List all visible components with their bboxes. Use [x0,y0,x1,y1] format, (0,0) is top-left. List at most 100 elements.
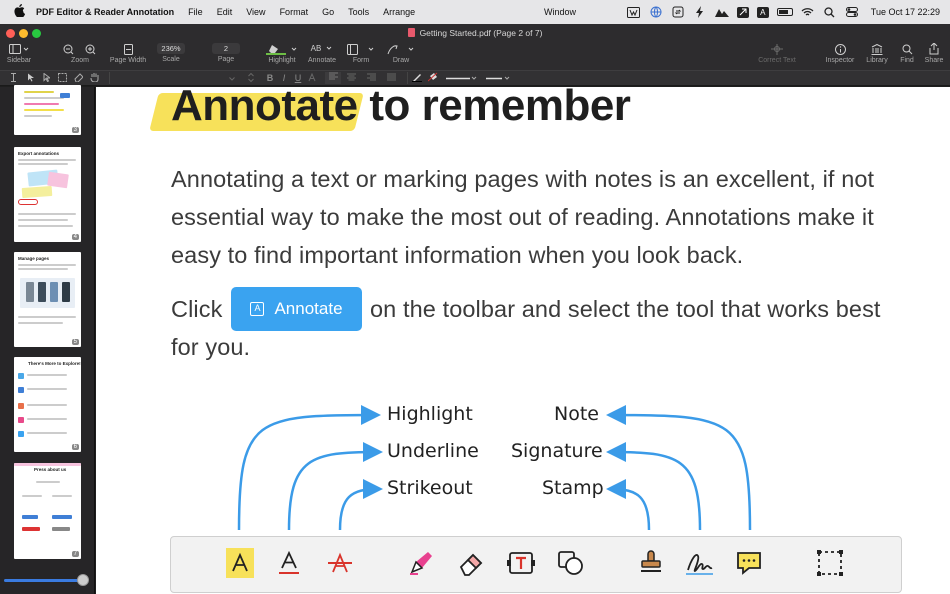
thumbnail-title: Export annotations [18,151,60,156]
mountains-icon[interactable] [714,6,729,18]
chevron-down-icon[interactable] [227,73,237,83]
menu-edit[interactable]: Edit [217,7,233,17]
strikeout-tool-icon [326,548,354,578]
info-icon [834,43,846,55]
battery-icon[interactable] [776,8,793,16]
page-field[interactable]: 2 [212,43,240,54]
window-title-text: Getting Started.pdf (Page 2 of 7) [419,28,543,38]
apple-menu-icon[interactable] [12,4,26,20]
thumbnail-page-4[interactable]: Export annotations 4 [14,147,81,242]
thumbnail-page-3[interactable]: 3 [14,85,81,135]
page-width-button[interactable]: Page Width [108,43,148,64]
app-menu[interactable]: PDF Editor & Reader Annotation [36,7,174,17]
zoom-icons [62,43,98,55]
annotate-label: Annotate [307,57,337,64]
thumbnail-sidebar: 3 Export annotations 4 Manage pages 5 Th… [0,85,95,594]
thumbnail-page-7[interactable]: Press about us 7 [14,463,81,559]
bolt-icon[interactable] [693,6,707,18]
library-icon [871,43,883,55]
text-cursor-icon[interactable] [9,72,17,84]
font-family-select[interactable] [109,72,227,84]
align-justify-button[interactable] [381,73,401,83]
menu-format[interactable]: Format [280,7,309,17]
annotate-tool-icon-text: AB [310,44,322,53]
thumbnail-title: There's More to Explore! [28,361,81,366]
align-center-button[interactable] [341,73,361,83]
window-toolbar: Getting Started.pdf (Page 2 of 7) Sideba… [0,24,950,70]
inspector-button[interactable]: Inspector [822,43,858,64]
app-status-icon[interactable] [736,6,749,18]
sync-icon[interactable] [671,6,685,18]
text-box-tool-icon [507,548,535,578]
align-left-button[interactable] [325,72,341,84]
fill-color-button[interactable] [425,72,441,84]
underline-tool-icon [275,548,303,578]
pdf-page[interactable]: Annotate to remember Annotating a text o… [96,87,950,594]
arrow-select-icon[interactable] [25,73,35,84]
line-end-select[interactable] [485,73,513,83]
thumbnail-page-6[interactable]: There's More to Explore! 6 [14,357,81,452]
form-button[interactable]: Form [346,43,376,64]
clock[interactable]: Tue Oct 17 22:29 [871,7,940,17]
menu-view[interactable]: View [246,7,265,17]
highlight-label: Highlight [268,57,296,64]
thumbnail-number: 7 [71,551,79,557]
bold-button[interactable]: B [263,73,277,83]
inspector-label: Inspector [825,57,855,64]
sidebar-button[interactable]: Sidebar [6,43,32,64]
menu-arrange[interactable]: Arrange [383,7,415,17]
hand-tool-icon[interactable] [89,72,99,84]
draw-icon [387,43,415,55]
thumbnail-size-slider[interactable] [4,579,88,582]
page-control[interactable]: 2 Page [211,43,241,63]
note-tool-icon [735,548,763,578]
menu-file[interactable]: File [188,7,203,17]
thumbnail-page-5[interactable]: Manage pages 5 [14,252,81,347]
share-button[interactable]: Share [922,43,946,64]
zoom-control[interactable]: Zoom [62,43,98,64]
spotlight-icon[interactable] [823,6,837,18]
pointer-select-icon[interactable] [41,72,51,84]
annotate-tool-button[interactable]: AB Annotate [306,43,338,64]
control-center-icon[interactable] [845,6,859,18]
eraser-icon[interactable] [73,72,84,84]
pdf-document-icon [407,28,415,37]
globe-icon[interactable] [649,6,663,18]
underline-button[interactable]: U [291,73,305,83]
share-label: Share [924,57,944,64]
find-button[interactable]: Find [896,43,918,64]
marquee-select-icon[interactable] [57,72,67,84]
line-style-select[interactable] [445,73,479,83]
thumbnail-number: 6 [71,444,79,450]
wifi-icon[interactable] [801,6,815,18]
highlight-tool-icon [226,548,254,578]
highlighter-icon [266,43,298,55]
diagram-underline-label: Underline [387,440,479,462]
menu-window[interactable]: Window [544,7,576,17]
menubar-extra-icon[interactable] [627,6,641,18]
italic-button[interactable]: I [277,73,291,83]
library-button[interactable]: Library [862,43,892,64]
thumbnail-number: 4 [71,234,79,240]
text-color-icon[interactable] [305,72,319,84]
diagram-stamp-label: Stamp [542,477,604,499]
draw-button[interactable]: Draw [386,43,416,64]
thumbnail-size-slider-knob[interactable] [77,574,89,586]
scale-field[interactable]: 236% [157,43,185,54]
menu-tools[interactable]: Tools [348,7,369,17]
font-size-stepper[interactable] [241,72,261,84]
stroke-color-button[interactable] [407,72,425,84]
highlight-button[interactable]: Highlight [262,43,302,64]
scale-control[interactable]: 236% Scale [156,43,186,63]
zoom-label: Zoom [71,57,89,64]
page-width-icon [123,43,133,55]
menu-go[interactable]: Go [322,7,334,17]
signature-tool-icon [685,548,713,578]
menu-bar: PDF Editor & Reader Annotation File Edit… [0,0,950,24]
align-right-button[interactable] [361,73,381,83]
sidebar-icon [9,43,29,55]
correct-text-button[interactable]: Correct Text [755,43,799,64]
input-source-icon[interactable]: A [756,6,769,18]
page-label: Page [217,56,235,63]
thumbnail-number: 3 [71,127,79,133]
